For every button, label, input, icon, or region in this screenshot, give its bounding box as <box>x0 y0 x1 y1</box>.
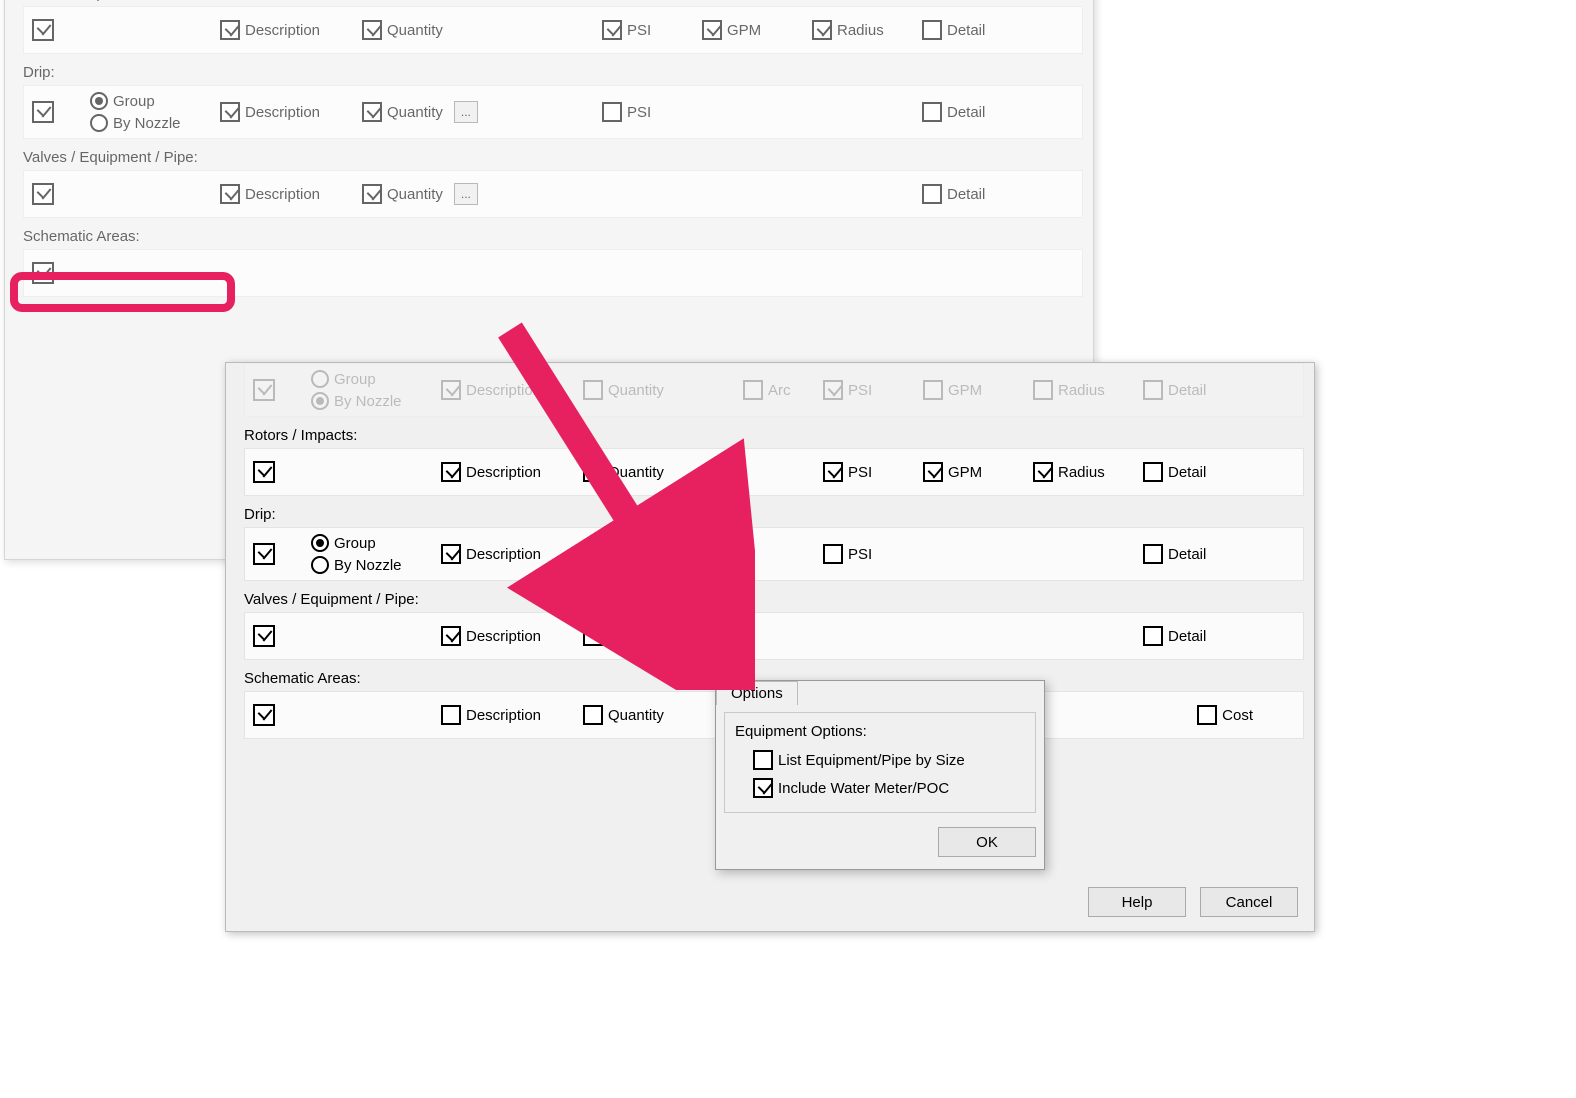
checkbox-psi[interactable] <box>823 380 843 400</box>
checkbox-quantity[interactable] <box>583 626 603 646</box>
checkbox-description[interactable] <box>441 626 461 646</box>
quantity-options-button[interactable]: ... <box>454 101 478 123</box>
checkbox-quantity[interactable] <box>583 544 603 564</box>
checkbox-psi[interactable] <box>823 462 843 482</box>
section-title-drip: Drip: <box>244 500 1304 527</box>
cancel-button[interactable]: Cancel <box>1200 887 1298 917</box>
checkbox-detail[interactable] <box>1143 462 1163 482</box>
checkbox-schematic-enable[interactable] <box>253 704 275 726</box>
quantity-options-button[interactable]: ... <box>675 543 699 565</box>
checkbox-detail[interactable] <box>1143 380 1163 400</box>
checkbox-radius[interactable] <box>1033 462 1053 482</box>
section-title-valves: Valves / Equipment / Pipe: <box>23 143 1083 170</box>
checkbox-quantity[interactable] <box>583 705 603 725</box>
checkbox-radius[interactable] <box>1033 380 1053 400</box>
checkbox-quantity[interactable] <box>583 380 603 400</box>
checkbox-gpm[interactable] <box>923 380 943 400</box>
checkbox-rotors-enable[interactable] <box>253 461 275 483</box>
radio-by-nozzle[interactable] <box>311 556 329 574</box>
checkbox-gpm[interactable] <box>702 20 722 40</box>
section-title-drip: Drip: <box>23 58 1083 85</box>
radio-group[interactable] <box>311 370 329 388</box>
checkbox-arc[interactable] <box>743 380 763 400</box>
section-title-valves: Valves / Equipment / Pipe: <box>244 585 1304 612</box>
checkbox-description[interactable] <box>441 705 461 725</box>
checkbox-cost[interactable] <box>1197 705 1217 725</box>
checkbox-quantity[interactable] <box>362 20 382 40</box>
checkbox-list-by-size[interactable] <box>753 750 773 770</box>
checkbox-description[interactable] <box>441 462 461 482</box>
checkbox-description[interactable] <box>220 184 240 204</box>
equipment-options-title: Equipment Options: <box>735 723 1025 740</box>
checkbox-rotors-enable[interactable] <box>32 19 54 41</box>
quantity-options-button[interactable]: ... <box>454 183 478 205</box>
checkbox-psi[interactable] <box>602 20 622 40</box>
checkbox-drip-enable[interactable] <box>253 543 275 565</box>
checkbox-detail[interactable] <box>922 184 942 204</box>
checkbox-quantity[interactable] <box>362 102 382 122</box>
checkbox-schematic-enable[interactable] <box>32 262 54 284</box>
checkbox-psi[interactable] <box>823 544 843 564</box>
section-title-schematic: Schematic Areas: <box>23 222 1083 249</box>
checkbox-description[interactable] <box>220 20 240 40</box>
checkbox-drip-enable[interactable] <box>32 101 54 123</box>
checkbox-description[interactable] <box>441 544 461 564</box>
checkbox-detail[interactable] <box>1143 544 1163 564</box>
checkbox-description[interactable] <box>441 380 461 400</box>
checkbox-detail[interactable] <box>922 20 942 40</box>
options-tab[interactable]: Options <box>716 681 798 705</box>
checkbox-description[interactable] <box>220 102 240 122</box>
checkbox-valves-enable[interactable] <box>253 625 275 647</box>
checkbox-detail[interactable] <box>922 102 942 122</box>
checkbox-detail[interactable] <box>1143 626 1163 646</box>
radio-group[interactable] <box>90 92 108 110</box>
section-title-rotors: Rotors / Impacts: <box>244 421 1304 448</box>
radio-group[interactable] <box>311 534 329 552</box>
checkbox-psi[interactable] <box>602 102 622 122</box>
options-popup: Options Equipment Options: List Equipmen… <box>715 680 1045 870</box>
checkbox-quantity[interactable] <box>583 462 603 482</box>
checkbox-gpm[interactable] <box>923 462 943 482</box>
help-button[interactable]: Help <box>1088 887 1186 917</box>
checkbox-quantity[interactable] <box>362 184 382 204</box>
checkbox-radius[interactable] <box>812 20 832 40</box>
radio-by-nozzle[interactable] <box>311 392 329 410</box>
ok-button[interactable]: OK <box>938 827 1036 857</box>
checkbox-include-water-meter[interactable] <box>753 778 773 798</box>
radio-by-nozzle[interactable] <box>90 114 108 132</box>
checkbox-section[interactable] <box>253 379 275 401</box>
checkbox-valves-enable[interactable] <box>32 183 54 205</box>
